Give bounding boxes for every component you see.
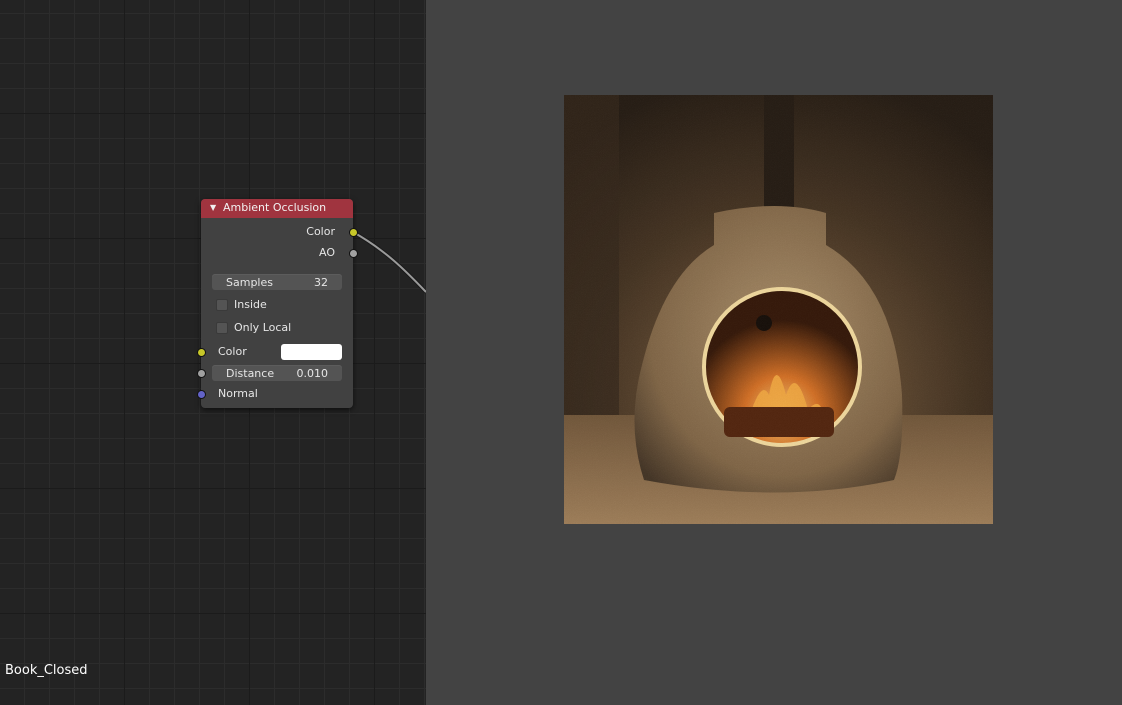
- output-ao-label: AO: [319, 246, 335, 259]
- only-local-checkbox[interactable]: [216, 322, 228, 334]
- inside-checkbox[interactable]: [216, 299, 228, 311]
- node-editor[interactable]: ▼ Ambient Occlusion Color AO Samples 32 …: [0, 0, 426, 705]
- samples-value: 32: [314, 276, 328, 289]
- input-normal-socket[interactable]: [197, 390, 206, 399]
- input-color-label: Color: [218, 345, 247, 358]
- distance-label: Distance: [226, 367, 275, 380]
- only-local-label: Only Local: [234, 321, 292, 334]
- samples-field[interactable]: Samples 32: [212, 274, 342, 290]
- node-header[interactable]: ▼ Ambient Occlusion: [201, 199, 353, 218]
- distance-field[interactable]: Distance 0.010: [212, 365, 342, 381]
- collapse-triangle-icon[interactable]: ▼: [210, 203, 216, 212]
- image-viewer[interactable]: [426, 0, 1122, 705]
- output-ao-socket[interactable]: [349, 249, 358, 258]
- render-preview-image: [564, 95, 993, 524]
- input-normal-label: Normal: [218, 387, 258, 400]
- output-color-label: Color: [306, 225, 335, 238]
- input-distance-socket[interactable]: [197, 369, 206, 378]
- material-name: Book_Closed: [5, 663, 88, 678]
- samples-label: Samples: [226, 276, 273, 289]
- node-title: Ambient Occlusion: [223, 201, 327, 214]
- color-swatch[interactable]: [281, 344, 342, 360]
- output-color-socket[interactable]: [349, 228, 358, 237]
- ambient-occlusion-node[interactable]: ▼ Ambient Occlusion Color AO Samples 32 …: [197, 199, 358, 408]
- input-color-socket[interactable]: [197, 348, 206, 357]
- distance-value: 0.010: [296, 367, 329, 380]
- inside-label: Inside: [234, 298, 267, 311]
